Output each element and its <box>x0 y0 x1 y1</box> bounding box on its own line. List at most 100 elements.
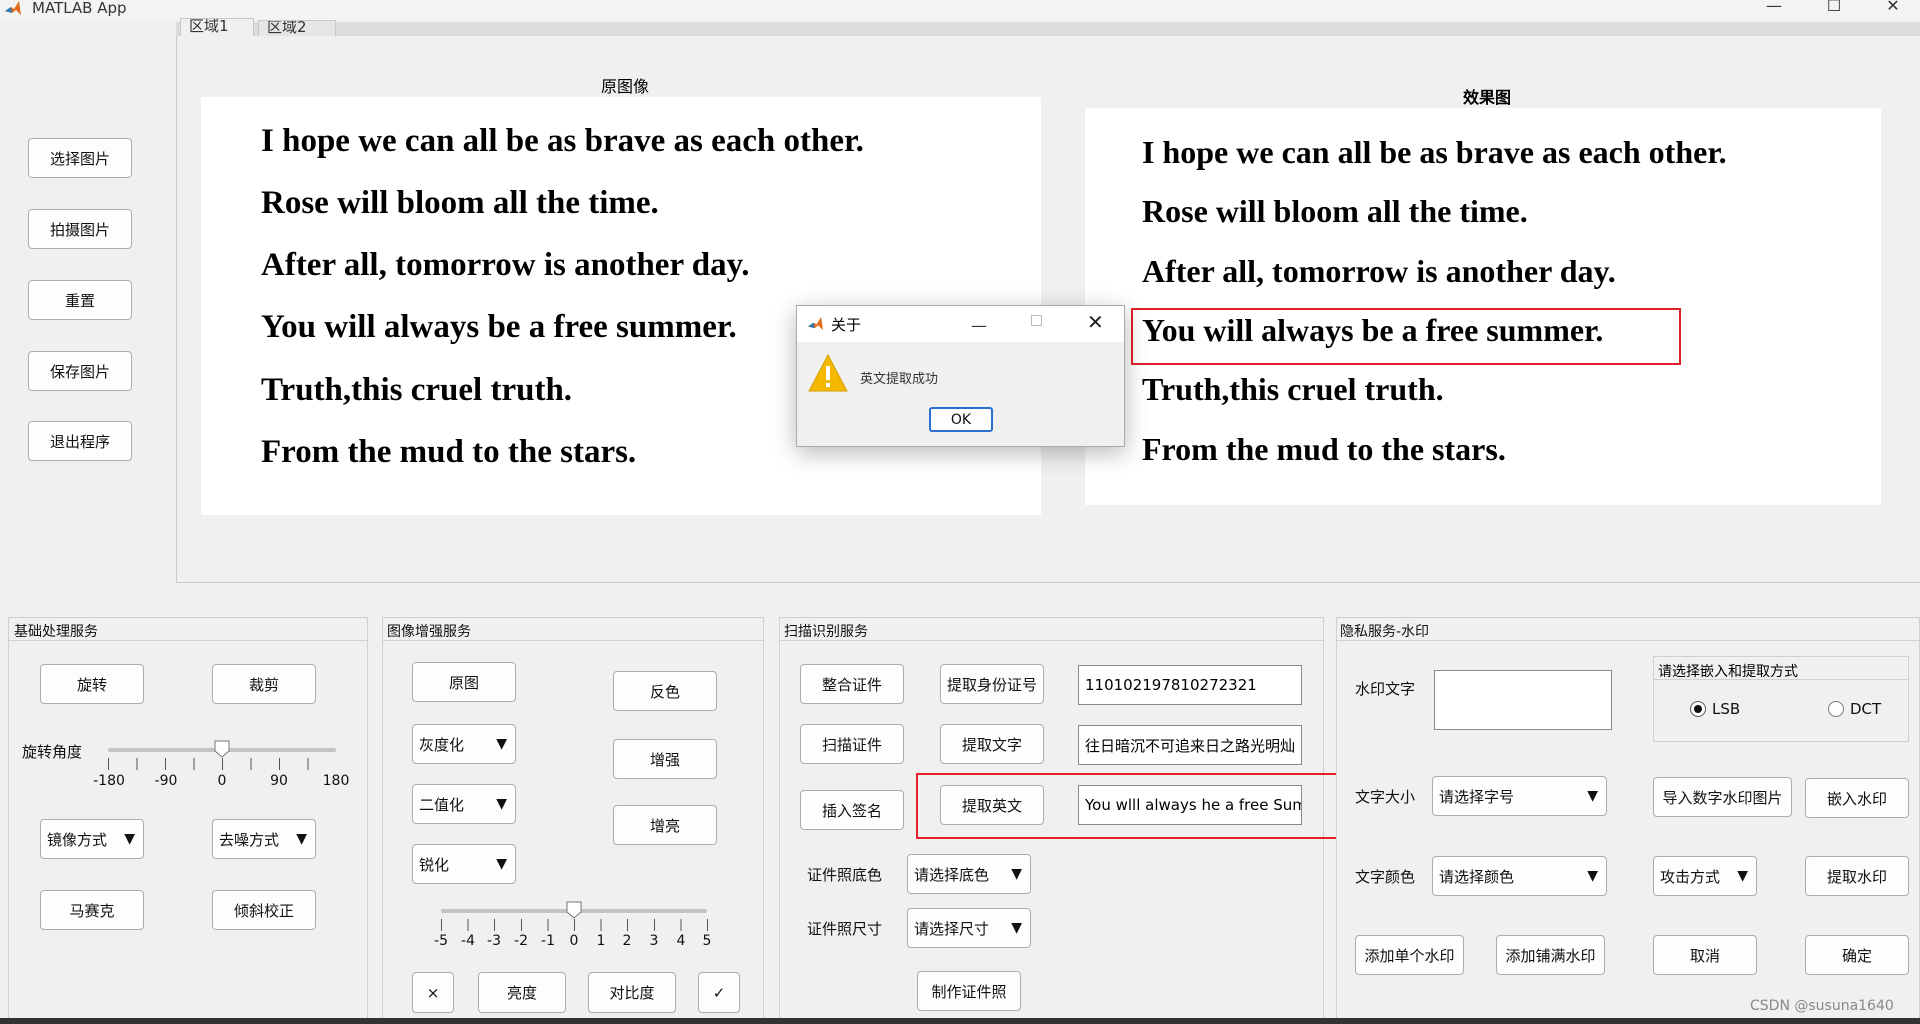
dialog-maximize-button <box>1031 315 1042 326</box>
binarize-value: 二值化 <box>419 795 465 814</box>
dialog-minimize-button[interactable]: — <box>971 316 987 335</box>
dropdown-arrow-icon: ▼ <box>1737 868 1748 884</box>
tab-region-1[interactable]: 区域1 <box>180 18 254 36</box>
effect-line-6: From the mud to the stars. <box>1142 431 1506 467</box>
watermark-text-label: 水印文字 <box>1355 680 1416 698</box>
save-image-button[interactable]: 保存图片 <box>28 351 132 391</box>
brighten-button[interactable]: 增亮 <box>613 805 717 845</box>
dct-radio[interactable] <box>1828 701 1844 717</box>
effect-line-2: Rose will bloom all the time. <box>1142 193 1528 229</box>
effect-line-1: I hope we can all be as brave as each ot… <box>1142 134 1727 170</box>
close-adjust-button[interactable]: × <box>412 972 454 1013</box>
enhance-button[interactable]: 增强 <box>613 739 717 779</box>
mirror-mode-dropdown[interactable]: 镜像方式 ▼ <box>40 819 144 859</box>
extracted-text-field[interactable]: 往日暗沉不可追来日之路光明灿 <box>1078 725 1302 765</box>
crop-button[interactable]: 裁剪 <box>212 664 316 704</box>
add-tiled-watermark-button[interactable]: 添加铺满水印 <box>1496 935 1605 975</box>
dropdown-arrow-icon: ▼ <box>1011 920 1022 936</box>
image-line-3: After all, tomorrow is another day. <box>261 247 750 283</box>
reset-button[interactable]: 重置 <box>28 280 132 320</box>
dropdown-arrow-icon: ▼ <box>296 831 307 847</box>
text-size-dropdown[interactable]: 请选择字号 ▼ <box>1432 776 1607 816</box>
contrast-button[interactable]: 对比度 <box>588 972 676 1013</box>
text-color-dropdown[interactable]: 请选择颜色 ▼ <box>1432 856 1607 896</box>
mode-group-title: 请选择嵌入和提取方式 <box>1658 664 1798 680</box>
photo-size-dropdown[interactable]: 请选择尺寸 ▼ <box>907 908 1031 948</box>
image-line-5: Truth,this cruel truth. <box>261 372 573 408</box>
watermark-text-input[interactable] <box>1434 670 1612 730</box>
basic-panel-title: 基础处理服务 <box>14 624 98 640</box>
brightness-button[interactable]: 亮度 <box>478 972 566 1013</box>
select-image-button[interactable]: 选择图片 <box>28 138 132 178</box>
effect-image-title: 效果图 <box>1462 88 1511 107</box>
capture-image-button[interactable]: 拍摄图片 <box>28 209 132 249</box>
attack-mode-value: 攻击方式 <box>1660 867 1721 886</box>
mosaic-button[interactable]: 马赛克 <box>40 890 144 930</box>
id-number-field[interactable]: 110102197810272321 <box>1078 665 1302 705</box>
photo-bg-dropdown[interactable]: 请选择底色 ▼ <box>907 854 1031 894</box>
angle-tick: 180 <box>322 773 350 789</box>
mirror-mode-value: 镜像方式 <box>47 830 108 849</box>
scan-certificate-button[interactable]: 扫描证件 <box>800 724 904 764</box>
tab-region-2[interactable]: 区域2 <box>258 20 336 36</box>
warning-icon <box>808 353 848 392</box>
extract-text-button[interactable]: 提取文字 <box>940 724 1044 764</box>
text-size-value: 请选择字号 <box>1439 787 1515 806</box>
tilt-correction-button[interactable]: 倾斜校正 <box>212 890 316 930</box>
maximize-button[interactable]: ☐ <box>1814 0 1854 18</box>
grayscale-dropdown[interactable]: 灰度化 ▼ <box>412 724 516 764</box>
import-watermark-button[interactable]: 导入数字水印图片 <box>1653 777 1792 817</box>
confirm-adjust-button[interactable]: ✓ <box>698 972 740 1013</box>
matlab-logo-icon <box>808 316 823 331</box>
dropdown-arrow-icon: ▼ <box>1011 866 1022 882</box>
extract-watermark-button[interactable]: 提取水印 <box>1805 856 1909 896</box>
about-dialog: 关于 — ✕ 英文提取成功 OK <box>796 305 1125 447</box>
dropdown-arrow-icon: ▼ <box>496 796 507 812</box>
binarize-dropdown[interactable]: 二值化 ▼ <box>412 784 516 824</box>
add-single-watermark-button[interactable]: 添加单个水印 <box>1355 935 1464 975</box>
adjust-slider-ticks <box>441 919 709 931</box>
original-button[interactable]: 原图 <box>412 662 516 702</box>
slider-thumb-icon[interactable] <box>214 740 230 758</box>
original-image-title: 原图像 <box>600 77 649 96</box>
attack-mode-dropdown[interactable]: 攻击方式 ▼ <box>1653 856 1757 896</box>
image-line-1: I hope we can all be as brave as each ot… <box>261 123 864 159</box>
text-size-label: 文字大小 <box>1355 788 1416 806</box>
rotate-angle-ticks <box>108 758 336 770</box>
angle-tick: -90 <box>154 773 178 789</box>
lsb-label: LSB <box>1712 700 1741 718</box>
image-line-4: You will always be a free summer. <box>261 309 737 345</box>
radio-selected-dot <box>1694 705 1702 713</box>
dropdown-arrow-icon: ▼ <box>124 831 135 847</box>
rotate-button[interactable]: 旋转 <box>40 664 144 704</box>
angle-tick: -180 <box>93 773 125 789</box>
grayscale-value: 灰度化 <box>419 735 465 754</box>
effect-line-5: Truth,this cruel truth. <box>1142 371 1444 407</box>
highlight-box-english <box>916 773 1342 839</box>
slider-thumb-icon[interactable] <box>566 901 582 919</box>
close-window-button[interactable]: ✕ <box>1873 0 1913 18</box>
matlab-logo-icon <box>5 1 21 15</box>
minimize-button[interactable]: — <box>1754 0 1794 18</box>
watermark-panel-title: 隐私服务-水印 <box>1340 624 1430 640</box>
dialog-close-button[interactable]: ✕ <box>1087 310 1104 334</box>
insert-signature-button[interactable]: 插入签名 <box>800 790 904 830</box>
scan-panel-title: 扫描识别服务 <box>784 624 868 640</box>
sharpen-dropdown[interactable]: 锐化 ▼ <box>412 844 516 884</box>
extract-id-button[interactable]: 提取身份证号 <box>940 664 1044 704</box>
confirm-button[interactable]: 确定 <box>1805 935 1909 975</box>
denoise-mode-dropdown[interactable]: 去噪方式 ▼ <box>212 819 316 859</box>
angle-tick: 90 <box>270 773 288 789</box>
effect-image: I hope we can all be as brave as each ot… <box>1085 108 1881 505</box>
taskbar-strip <box>0 1018 1920 1024</box>
invert-button[interactable]: 反色 <box>613 671 717 711</box>
dialog-ok-button[interactable]: OK <box>929 407 993 432</box>
merge-certificate-button[interactable]: 整合证件 <box>800 664 904 704</box>
lsb-radio[interactable] <box>1690 701 1706 717</box>
embed-watermark-button[interactable]: 嵌入水印 <box>1805 778 1909 818</box>
exit-button[interactable]: 退出程序 <box>28 421 132 461</box>
make-id-photo-button[interactable]: 制作证件照 <box>917 971 1021 1011</box>
rotate-angle-label: 旋转角度 <box>22 743 83 761</box>
photo-size-value: 请选择尺寸 <box>914 919 990 938</box>
cancel-button[interactable]: 取消 <box>1653 935 1757 975</box>
